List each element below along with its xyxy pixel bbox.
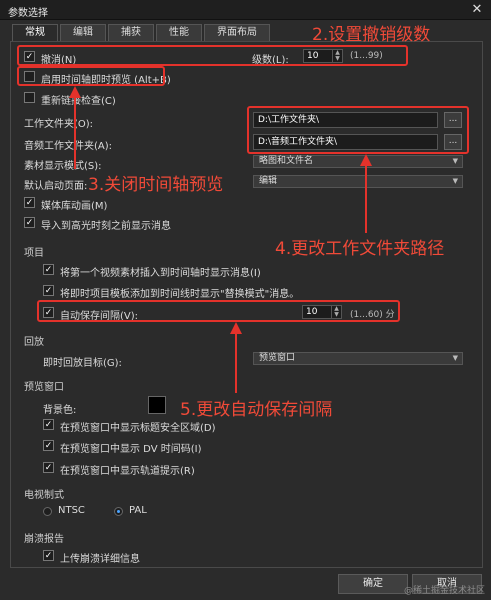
undo-highlight-box	[17, 45, 408, 66]
watermark: @稀土掘金技术社区	[403, 586, 485, 596]
annotation-4: 4.更改工作文件夹路径	[275, 239, 445, 259]
ok-button[interactable]: 确定	[338, 574, 408, 594]
arrow-4-line	[365, 165, 367, 233]
bg-color-label: 背景色:	[43, 405, 77, 416]
window-title: 参数选择	[8, 8, 48, 19]
tab-capture[interactable]: 捕获	[108, 24, 154, 41]
timeline-preview-highlight-box	[17, 66, 165, 86]
tab-edit[interactable]: 编辑	[60, 24, 106, 41]
tab-general[interactable]: 常规	[12, 24, 58, 41]
insert-msg-checkbox[interactable]: ✓	[43, 264, 54, 275]
project-section-title: 项目	[24, 248, 44, 259]
dv-timecode-checkbox[interactable]: ✓	[43, 440, 54, 451]
pal-label: PAL	[129, 505, 147, 516]
ntsc-label: NTSC	[58, 505, 85, 516]
chevron-down-icon: ▼	[452, 354, 458, 362]
crash-section-title: 崩溃报告	[24, 534, 64, 545]
preview-section-title: 预览窗口	[24, 382, 64, 393]
track-hint-label: 在预览窗口中显示轨道提示(R)	[60, 466, 195, 477]
audio-folder-label: 音频工作文件夹(A):	[24, 141, 113, 152]
autosave-highlight-box	[37, 300, 400, 322]
arrow-5-line	[235, 333, 237, 393]
playback-section-title: 回放	[24, 337, 44, 348]
tab-performance[interactable]: 性能	[156, 24, 202, 41]
track-hint-checkbox[interactable]: ✓	[43, 462, 54, 473]
close-icon[interactable]: ✕	[469, 2, 485, 18]
tv-section-title: 电视制式	[24, 490, 64, 501]
pal-radio[interactable]	[114, 507, 123, 516]
work-folder-label: 工作文件夹(O):	[24, 119, 94, 130]
bg-color-swatch[interactable]	[148, 396, 166, 414]
arrow-3-line	[74, 97, 76, 169]
default-page-label: 默认启动页面:	[24, 181, 88, 192]
annotation-3: 3.关闭时间轴预览	[88, 175, 224, 195]
playback-target-select[interactable]: 预览窗口 ▼	[253, 352, 463, 365]
playback-target-label: 即时回放目标(G):	[43, 358, 122, 369]
annotation-2: 2.设置撤销级数	[312, 25, 431, 45]
display-mode-select[interactable]: 略图和文件名 ▼	[253, 155, 463, 168]
safe-area-label: 在预览窗口中显示标题安全区域(D)	[60, 423, 216, 434]
media-anim-checkbox[interactable]: ✓	[24, 197, 35, 208]
chevron-down-icon: ▼	[452, 177, 458, 185]
tab-bar: 常规 编辑 捕获 性能 界面布局	[12, 24, 270, 41]
template-msg-checkbox[interactable]: ✓	[43, 285, 54, 296]
import-msg-checkbox[interactable]: ✓	[24, 217, 35, 228]
template-msg-label: 将即时项目模板添加到时间线时显示"替换模式"消息。	[60, 289, 300, 300]
crash-upload-checkbox[interactable]: ✓	[43, 550, 54, 561]
ntsc-radio[interactable]	[43, 507, 52, 516]
default-page-select[interactable]: 编辑 ▼	[253, 175, 463, 188]
dv-timecode-label: 在预览窗口中显示 DV 时间码(I)	[60, 444, 202, 455]
safe-area-checkbox[interactable]: ✓	[43, 419, 54, 430]
annotation-5: 5.更改自动保存间隔	[180, 400, 333, 420]
import-msg-label: 导入到高光时刻之前显示消息	[41, 221, 171, 232]
media-anim-label: 媒体库动画(M)	[41, 201, 108, 212]
title-bar: 参数选择 ✕	[0, 0, 491, 20]
tab-layout[interactable]: 界面布局	[204, 24, 270, 41]
crash-upload-label: 上传崩溃详细信息	[60, 554, 140, 565]
chevron-down-icon: ▼	[452, 157, 458, 165]
folder-highlight-box	[247, 106, 469, 154]
relink-checkbox[interactable]	[24, 92, 35, 103]
insert-msg-label: 将第一个视频素材插入到时间轴时显示消息(I)	[60, 268, 261, 279]
